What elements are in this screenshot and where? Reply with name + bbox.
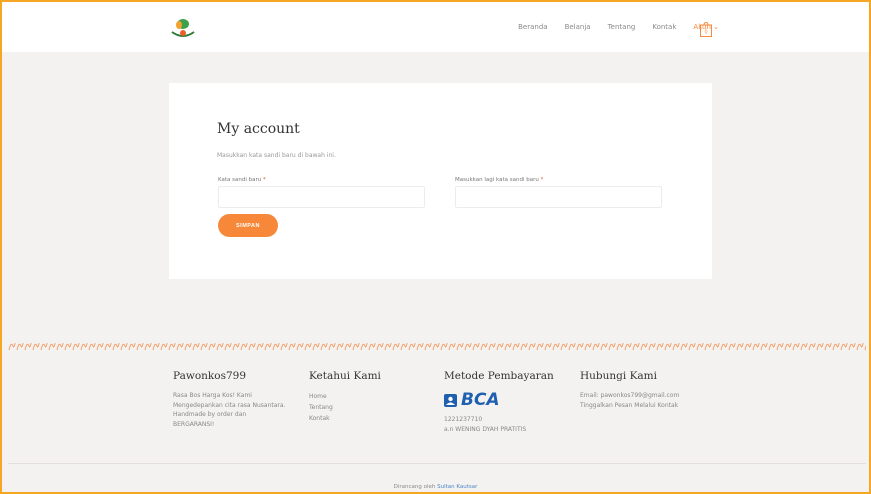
footer-link-kontak[interactable]: Kontak <box>309 413 419 424</box>
credit-prefix: Dirancang oleh <box>393 484 438 490</box>
nav-item-belanja[interactable]: Belanja <box>565 23 591 31</box>
page-title: My account <box>217 121 300 137</box>
required-mark: * <box>263 177 266 183</box>
nav-item-beranda[interactable]: Beranda <box>518 23 547 31</box>
account-card: My account Masukkan kata sandi baru di b… <box>169 83 712 279</box>
save-button[interactable]: SIMPAN <box>218 214 278 237</box>
required-mark: * <box>540 177 544 183</box>
contact-message-link[interactable]: Tinggalkan Pesan Melalui Kontak <box>580 401 710 411</box>
confirm-password-input[interactable] <box>455 186 662 208</box>
new-password-label-text: Kata sandi baru <box>218 177 262 183</box>
nav-item-kontak[interactable]: Kontak <box>652 23 676 31</box>
site-header: Beranda Belanja Tentang Kontak Akun ⌄ 0 <box>2 2 869 52</box>
new-password-label: Kata sandi baru * <box>218 177 266 183</box>
footer-links-heading: Ketahui Kami <box>309 370 381 382</box>
footer-credit: Dirancang oleh Sultan Kautsar <box>0 484 871 490</box>
footer-contact: Hubungi Kami Email: pawonkos799@gmail.co… <box>580 370 710 410</box>
account-number: 1221237710 <box>444 416 483 423</box>
bca-wordmark: BCA <box>461 390 500 410</box>
bca-emblem-icon <box>444 393 457 407</box>
confirm-password-label: Masukkan lagi kata sandi baru * <box>455 177 543 183</box>
footer-about-heading: Pawonkos799 <box>173 370 247 382</box>
footer-about: Pawonkos799 Rasa Bos Harga Kos! Kami Men… <box>173 370 288 429</box>
confirm-password-label-text: Masukkan lagi kata sandi baru <box>455 177 539 183</box>
footer-link-tentang[interactable]: Tentang <box>309 402 419 413</box>
bca-logo: BCA <box>444 390 574 410</box>
credit-author-link[interactable]: Sultan Kautsar <box>437 484 477 490</box>
cart-icon[interactable]: 0 <box>700 22 712 37</box>
footer-link-home[interactable]: Home <box>309 391 419 402</box>
footer-divider <box>8 463 866 464</box>
footer-about-text: Rasa Bos Harga Kos! Kami Mengedepankan c… <box>173 392 286 428</box>
footer-links: Ketahui Kami Home Tentang Kontak <box>309 370 419 424</box>
nav-item-tentang[interactable]: Tentang <box>608 23 636 31</box>
footer-contact-heading: Hubungi Kami <box>580 370 658 382</box>
cart-count: 0 <box>705 30 708 36</box>
main-nav: Beranda Belanja Tentang Kontak Akun ⌄ <box>518 2 719 52</box>
account-name: a.n WENING DYAH PRATITIS <box>444 425 527 433</box>
new-password-input[interactable] <box>218 186 425 208</box>
decorative-divider <box>8 340 866 352</box>
brand-logo[interactable] <box>168 16 198 42</box>
contact-email: Email: pawonkos799@gmail.com <box>580 392 680 399</box>
footer-payment: Metode Pembayaran BCA 1221237710 a.n WEN… <box>444 370 574 434</box>
footer-payment-heading: Metode Pembayaran <box>444 370 554 382</box>
page-subtitle: Masukkan kata sandi baru di bawah ini. <box>217 152 336 159</box>
